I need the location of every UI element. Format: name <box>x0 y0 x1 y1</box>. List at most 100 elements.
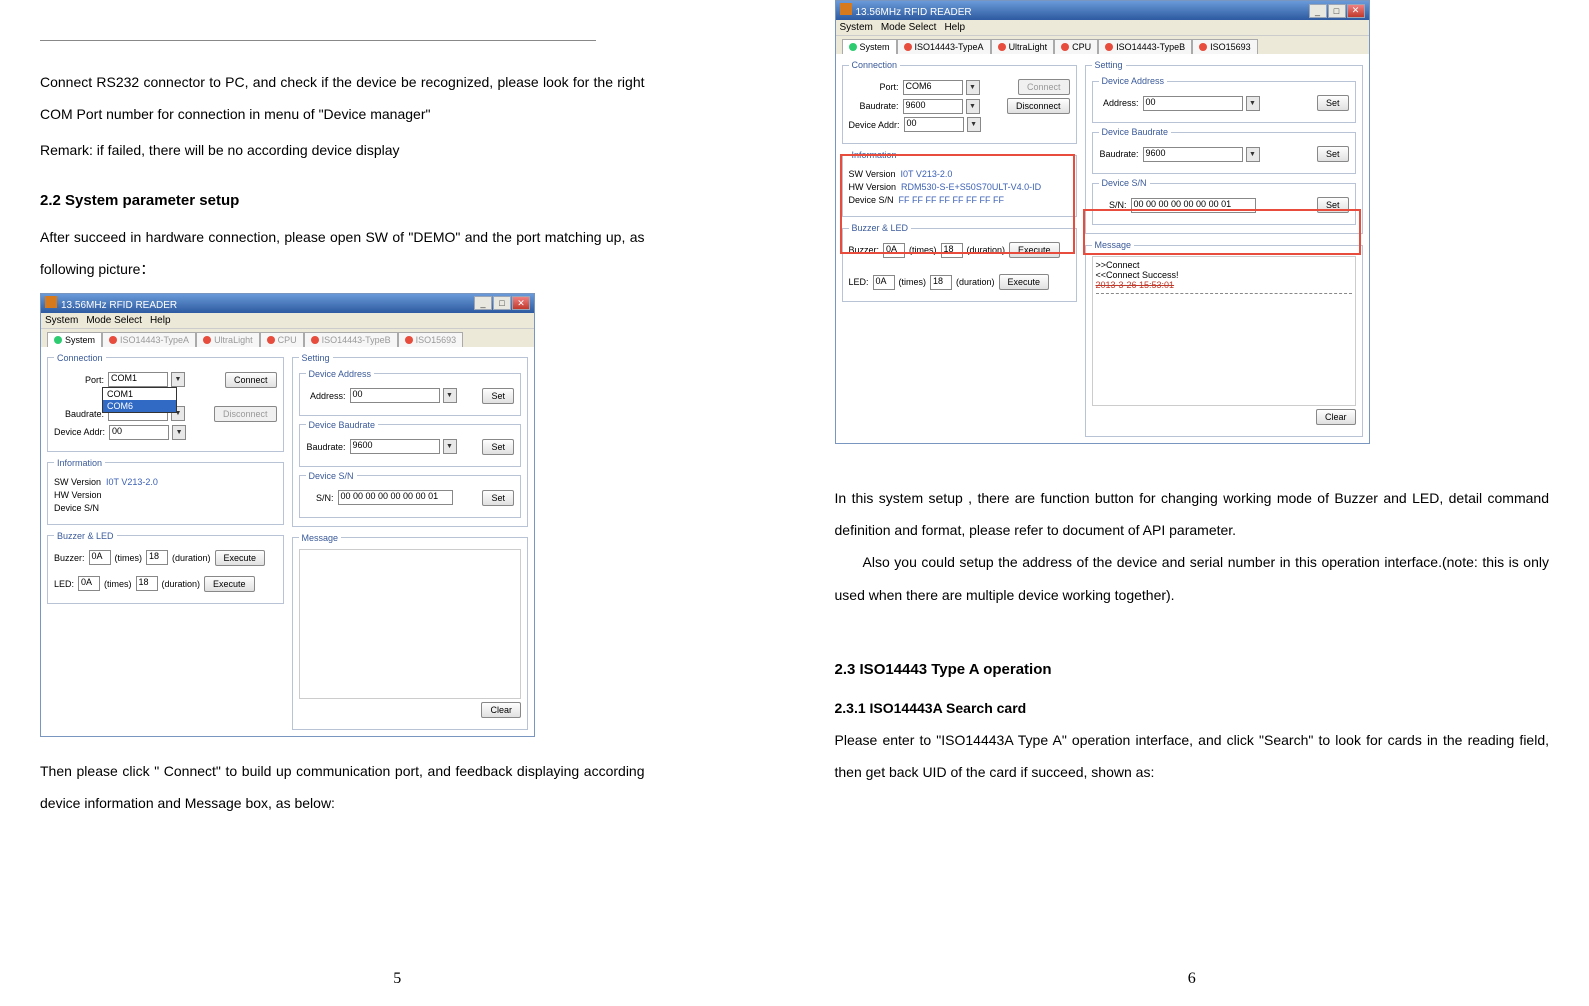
label-times: (times) <box>899 277 927 287</box>
tab-system[interactable]: System <box>842 39 897 54</box>
legend-setting: Setting <box>1092 60 1126 70</box>
address-input[interactable]: 00 <box>350 388 440 403</box>
menu-mode-select[interactable]: Mode Select <box>86 315 142 326</box>
label-hw-version: HW Version <box>849 182 897 192</box>
baudrate-setting-input[interactable]: 9600 <box>1143 147 1243 162</box>
minimize-button[interactable]: _ <box>474 296 492 310</box>
disconnect-button[interactable]: Disconnect <box>1007 98 1070 114</box>
led-times-input[interactable]: 0A <box>78 576 100 591</box>
groupbox-device-sn: Device S/N S/N: 00 00 00 00 00 00 00 01 … <box>299 471 522 518</box>
connect-button[interactable]: Connect <box>225 372 277 388</box>
device-addr-dropdown-arrow[interactable]: ▼ <box>172 425 186 440</box>
tab-icon <box>109 336 117 344</box>
legend-device-sn-setting: Device S/N <box>306 471 357 481</box>
tab-icon <box>904 43 912 51</box>
maximize-button[interactable]: □ <box>493 296 511 310</box>
buzzer-execute-button[interactable]: Execute <box>215 550 266 566</box>
port-dropdown-arrow[interactable]: ▼ <box>171 372 185 387</box>
clear-button[interactable]: Clear <box>481 702 521 718</box>
address-dropdown-arrow[interactable]: ▼ <box>1246 96 1260 111</box>
baudrate-setting-arrow[interactable]: ▼ <box>1246 147 1260 162</box>
buzzer-times-input[interactable]: 0A <box>89 550 111 565</box>
label-duration: (duration) <box>172 553 211 563</box>
tab-icon <box>1061 43 1069 51</box>
set-baudrate-button[interactable]: Set <box>1317 146 1349 162</box>
label-times: (times) <box>104 579 132 589</box>
menu-system[interactable]: System <box>840 22 873 33</box>
port-option-com6[interactable]: COM6 <box>103 400 176 412</box>
groupbox-device-address: Device Address Address: 00 ▼ Set <box>299 369 522 416</box>
baudrate-setting-input[interactable]: 9600 <box>350 439 440 454</box>
message-textarea[interactable]: >>Connect <<Connect Success! 2013-3-26 1… <box>1092 256 1356 406</box>
label-address: Address: <box>1099 98 1139 108</box>
para-setup-address: Also you could setup the address of the … <box>835 546 1550 610</box>
tab-ultralight[interactable]: UltraLight <box>196 332 260 347</box>
system-status-icon <box>849 43 857 51</box>
tab-iso14443b[interactable]: ISO14443-TypeB <box>304 332 398 347</box>
tab-icon <box>405 336 413 344</box>
port-option-com1[interactable]: COM1 <box>103 388 176 400</box>
set-address-button[interactable]: Set <box>1317 95 1349 111</box>
set-sn-button[interactable]: Set <box>482 490 514 506</box>
legend-device-baudrate: Device Baudrate <box>1099 127 1172 137</box>
tab-cpu[interactable]: CPU <box>1054 39 1098 54</box>
port-dropdown-arrow[interactable]: ▼ <box>966 80 980 95</box>
connect-button[interactable]: Connect <box>1018 79 1070 95</box>
value-sw-version: I0T V213-2.0 <box>106 477 158 487</box>
label-led: LED: <box>849 277 869 287</box>
clear-button[interactable]: Clear <box>1316 409 1356 425</box>
buzzer-duration-input[interactable]: 18 <box>146 550 168 565</box>
tab-iso14443b[interactable]: ISO14443-TypeB <box>1098 39 1192 54</box>
baudrate-setting-arrow[interactable]: ▼ <box>443 439 457 454</box>
minimize-button[interactable]: _ <box>1309 4 1327 18</box>
port-input[interactable]: COM1 <box>108 372 168 387</box>
address-dropdown-arrow[interactable]: ▼ <box>443 388 457 403</box>
tab-system[interactable]: System <box>47 332 102 347</box>
buzzer-duration-input[interactable]: 18 <box>941 243 963 258</box>
tab-iso15693[interactable]: ISO15693 <box>1192 39 1258 54</box>
titlebar: 13.56MHz RFID READER _ □ ✕ <box>836 1 1369 20</box>
device-addr-input[interactable]: 00 <box>904 117 964 132</box>
close-button[interactable]: ✕ <box>512 296 530 310</box>
set-sn-button[interactable]: Set <box>1317 197 1349 213</box>
tab-iso14443a[interactable]: ISO14443-TypeA <box>897 39 991 54</box>
heading-2-3: 2.3 ISO14443 Type A operation <box>835 661 1550 678</box>
message-textarea[interactable] <box>299 549 522 699</box>
buzzer-times-input[interactable]: 0A <box>883 243 905 258</box>
led-execute-button[interactable]: Execute <box>204 576 255 592</box>
led-execute-button[interactable]: Execute <box>999 274 1050 290</box>
address-input[interactable]: 00 <box>1143 96 1243 111</box>
port-input[interactable]: COM6 <box>903 80 963 95</box>
sn-input[interactable]: 00 00 00 00 00 00 00 01 <box>1131 198 1256 213</box>
menubar: System Mode Select Help <box>836 20 1369 36</box>
menu-help[interactable]: Help <box>150 315 171 326</box>
app-icon <box>840 3 852 15</box>
legend-device-baudrate: Device Baudrate <box>306 420 379 430</box>
screenshot-2: 13.56MHz RFID READER _ □ ✕ System Mode S… <box>835 0 1370 444</box>
set-address-button[interactable]: Set <box>482 388 514 404</box>
set-baudrate-button[interactable]: Set <box>482 439 514 455</box>
port-dropdown-list[interactable]: COM1 COM6 <box>102 387 177 413</box>
led-duration-input[interactable]: 18 <box>930 275 952 290</box>
legend-setting: Setting <box>299 353 333 363</box>
maximize-button[interactable]: □ <box>1328 4 1346 18</box>
menu-system[interactable]: System <box>45 315 78 326</box>
menu-help[interactable]: Help <box>944 22 965 33</box>
device-addr-dropdown-arrow[interactable]: ▼ <box>967 117 981 132</box>
led-times-input[interactable]: 0A <box>873 275 895 290</box>
menu-mode-select[interactable]: Mode Select <box>881 22 937 33</box>
device-addr-input[interactable]: 00 <box>109 425 169 440</box>
tab-cpu[interactable]: CPU <box>260 332 304 347</box>
buzzer-execute-button[interactable]: Execute <box>1009 242 1060 258</box>
tab-ultralight[interactable]: UltraLight <box>991 39 1055 54</box>
baudrate-input[interactable]: 9600 <box>903 99 963 114</box>
tab-iso15693[interactable]: ISO15693 <box>398 332 464 347</box>
sn-input[interactable]: 00 00 00 00 00 00 00 01 <box>338 490 453 505</box>
close-button[interactable]: ✕ <box>1347 4 1365 18</box>
baudrate-dropdown-arrow[interactable]: ▼ <box>966 99 980 114</box>
led-duration-input[interactable]: 18 <box>136 576 158 591</box>
tabbar: System ISO14443-TypeA UltraLight CPU ISO… <box>41 329 534 347</box>
tab-iso14443a[interactable]: ISO14443-TypeA <box>102 332 196 347</box>
label-baudrate-setting: Baudrate: <box>1099 149 1139 159</box>
disconnect-button[interactable]: Disconnect <box>214 406 277 422</box>
